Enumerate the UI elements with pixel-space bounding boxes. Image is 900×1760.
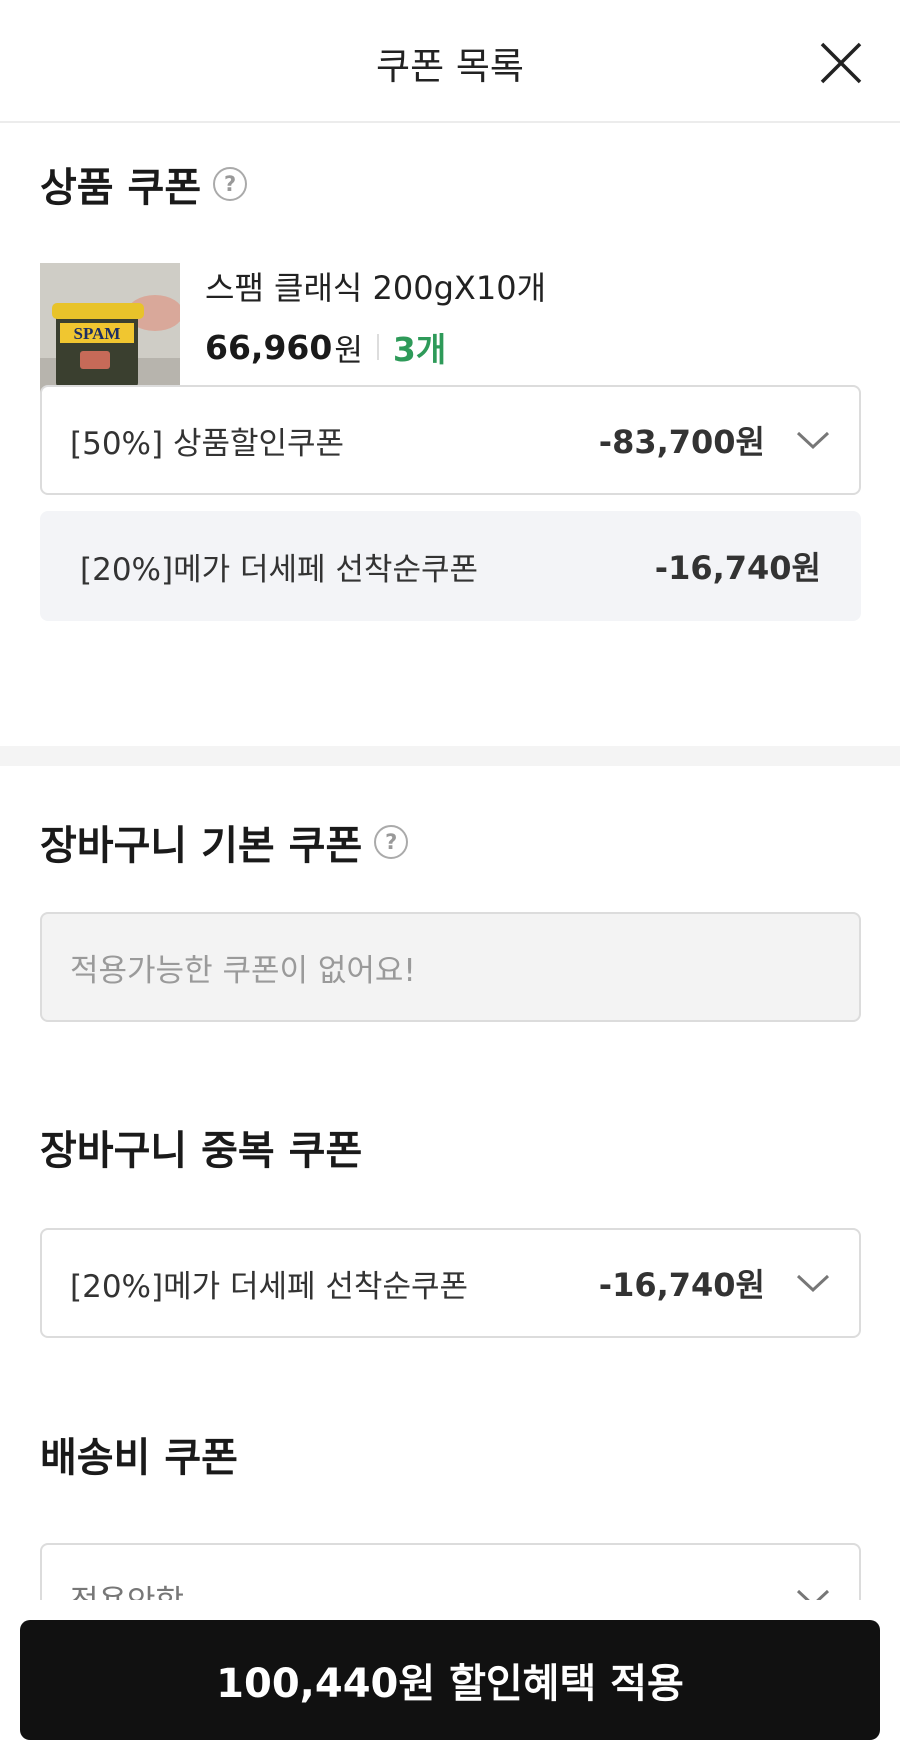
section-title-text: 배송비 쿠폰 (40, 1435, 238, 1481)
coupon-label: [20%]메가 더세페 선착순쿠폰 (70, 1268, 468, 1305)
coupon-amount: -16,740원 (654, 549, 821, 587)
close-icon[interactable] (818, 40, 864, 86)
help-icon[interactable]: ? (213, 167, 248, 201)
page-title: 쿠폰 목록 (376, 45, 524, 88)
product-coupon-title: 상품 쿠폰 ? (40, 155, 248, 213)
currency-unit: 원 (334, 332, 363, 369)
divider (376, 334, 379, 360)
shipping-coupon-select[interactable]: 적용안함 (40, 1543, 861, 1600)
coupon-amount: -83,700원 (598, 423, 765, 461)
coupon-label: [20%]메가 더세페 선착순쿠폰 (80, 551, 478, 588)
section-divider (0, 746, 900, 766)
shipping-coupon-title: 배송비 쿠폰 (40, 1425, 238, 1483)
product-thumbnail: SPAM (40, 263, 180, 403)
header: 쿠폰 목록 (0, 0, 900, 123)
empty-message: 적용가능한 쿠폰이 없어요! (70, 952, 416, 989)
spam-logo-text: SPAM (74, 324, 121, 343)
section-title-text: 상품 쿠폰 (40, 165, 202, 211)
product-price-row: 66,960 원 3개 (205, 323, 446, 371)
product-name: 스팸 클래식 200gX10개 (205, 269, 547, 307)
product-quantity: 3개 (392, 330, 447, 369)
coupon-label: 적용안함 (70, 1576, 765, 1601)
coupon-label: [50%] 상품할인쿠폰 (70, 425, 345, 462)
product-price: 66,960 (205, 327, 333, 367)
apply-discount-button[interactable]: 100,440원 할인혜택 적용 (20, 1620, 880, 1740)
cart-basic-coupon-empty: 적용가능한 쿠폰이 없어요! (40, 912, 861, 1022)
product-coupon-select[interactable]: [50%] 상품할인쿠폰 -83,700원 (40, 385, 861, 495)
applied-coupon: [20%]메가 더세페 선착순쿠폰 -16,740원 (40, 511, 861, 621)
section-title-text: 장바구니 기본 쿠폰 (40, 823, 363, 869)
chevron-down-icon (796, 1589, 830, 1600)
help-icon[interactable]: ? (374, 825, 409, 859)
cart-stack-coupon-select[interactable]: [20%]메가 더세페 선착순쿠폰 -16,740원 (40, 1228, 861, 1338)
cart-basic-coupon-title: 장바구니 기본 쿠폰 ? (40, 813, 409, 871)
coupon-amount: -16,740원 (598, 1266, 765, 1304)
cart-stack-coupon-title: 장바구니 중복 쿠폰 (40, 1118, 362, 1176)
coupon-list[interactable]: 상품 쿠폰 ? SPAM 스팸 클래식 200gX10개 66,960 원 3개… (0, 125, 900, 1600)
section-title-text: 장바구니 중복 쿠폰 (40, 1128, 363, 1174)
chevron-down-icon (796, 1274, 830, 1293)
chevron-down-icon (796, 431, 830, 450)
